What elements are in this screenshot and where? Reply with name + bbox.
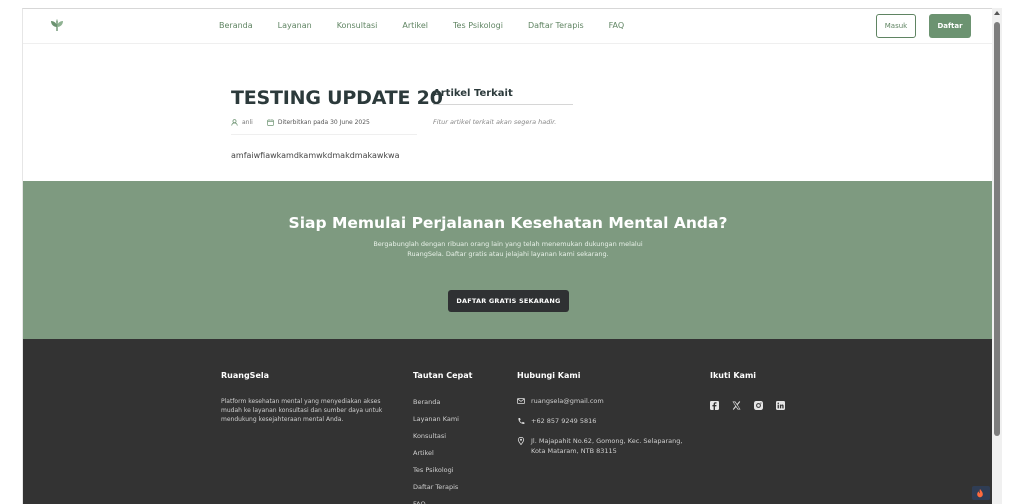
footer-brand: RuangSela [221,371,270,380]
nav-link-layanan[interactable]: Layanan [278,21,312,30]
contact-phone[interactable]: +62 857 9249 5816 [531,416,596,426]
email-icon [517,398,525,404]
scrollbar-thumb[interactable] [994,22,1000,436]
cta-title: Siap Memulai Perjalanan Kesehatan Mental… [288,214,728,232]
user-icon [231,119,238,126]
nav-link-konsultasi[interactable]: Konsultasi [337,21,378,30]
contact-email-row: ruangsela@gmail.com [517,396,691,406]
leaf-logo-icon[interactable] [49,18,65,32]
floating-widget[interactable] [972,486,990,500]
cta-section: Siap Memulai Perjalanan Kesehatan Mental… [23,181,993,339]
contact-address: Jl. Majapahit No.62, Gomong, Kec. Selapa… [531,437,683,455]
footer-contact-title: Hubungi Kami [517,371,581,380]
related-articles-title: Artikel Terkait [433,88,513,99]
footer-contact: ruangsela@gmail.com +62 857 9249 5816 Jl… [517,396,691,466]
nav-link-tes-psikologi[interactable]: Tes Psikologi [453,21,503,30]
calendar-icon [267,119,274,126]
vertical-scrollbar[interactable] [992,8,1002,504]
article-meta: anli Diterbitkan pada 30 June 2025 [231,119,370,126]
footer: RuangSela Platform kesehatan mental yang… [23,339,993,504]
nav-link-daftar-terapis[interactable]: Daftar Terapis [528,21,584,30]
footer-link-layanan-kami[interactable]: Layanan Kami [413,411,459,428]
location-pin-icon [517,437,525,445]
nav-link-beranda[interactable]: Beranda [219,21,253,30]
cta-description: Bergabunglah dengan ribuan orang lain ya… [373,240,643,258]
x-icon[interactable] [732,401,741,410]
cta-register-button[interactable]: DAFTAR GRATIS SEKARANG [448,290,569,312]
navbar: Beranda Layanan Konsultasi Artikel Tes P… [23,9,993,44]
instagram-icon[interactable] [754,401,763,410]
footer-quick-links: Beranda Layanan Kami Konsultasi Artikel … [413,394,459,504]
footer-link-tes-psikologi[interactable]: Tes Psikologi [413,462,459,479]
related-divider [433,104,573,105]
article-author: anli [242,119,253,126]
footer-link-faq[interactable]: FAQ [413,496,459,504]
linkedin-icon[interactable] [776,401,785,410]
main-nav: Beranda Layanan Konsultasi Artikel Tes P… [219,21,649,30]
contact-email[interactable]: ruangsela@gmail.com [531,396,604,406]
article-date: Diterbitkan pada 30 June 2025 [277,119,370,126]
nav-link-faq[interactable]: FAQ [609,21,625,30]
register-button[interactable]: Daftar [929,14,971,38]
footer-link-artikel[interactable]: Artikel [413,445,459,462]
article-title: TESTING UPDATE 20 [231,87,443,109]
scroll-up-arrow-icon[interactable] [994,10,1000,16]
flame-icon [977,489,983,498]
footer-link-konsultasi[interactable]: Konsultasi [413,428,459,445]
contact-address-row: Jl. Majapahit No.62, Gomong, Kec. Selapa… [517,436,691,456]
nav-link-artikel[interactable]: Artikel [402,21,428,30]
page: Beranda Layanan Konsultasi Artikel Tes P… [22,8,993,504]
browser-viewport: Beranda Layanan Konsultasi Artikel Tes P… [0,0,1018,504]
footer-link-beranda[interactable]: Beranda [413,394,459,411]
social-links [710,401,785,410]
meta-divider [231,134,417,135]
article-body: amfaiwfiawkamdkamwkdmakdmakawkwa [231,151,400,160]
contact-phone-row: +62 857 9249 5816 [517,416,691,426]
login-button[interactable]: Masuk [876,14,916,38]
facebook-icon[interactable] [710,401,719,410]
phone-icon [518,418,525,425]
footer-link-daftar-terapis[interactable]: Daftar Terapis [413,479,459,496]
related-articles-note: Fitur artikel terkait akan segera hadir. [433,118,557,126]
footer-quick-links-title: Tautan Cepat [413,371,473,380]
footer-follow-title: Ikuti Kami [710,371,757,380]
footer-about: Platform kesehatan mental yang menyediak… [221,398,383,423]
